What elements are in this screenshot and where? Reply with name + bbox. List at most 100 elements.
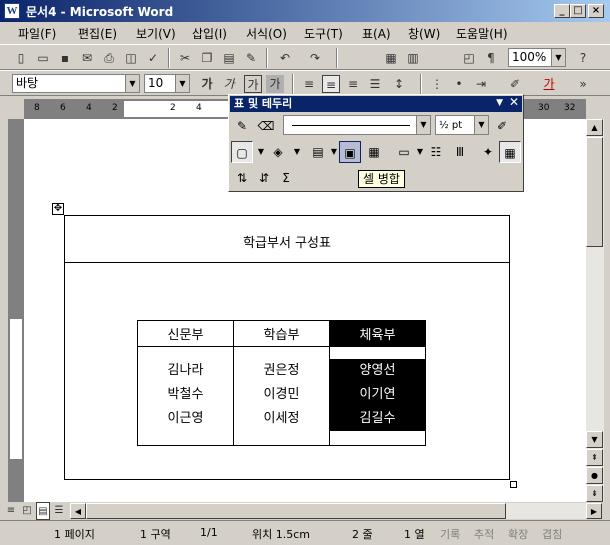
- align-justify-icon[interactable]: ≡: [322, 75, 340, 93]
- distribute-columns-icon[interactable]: Ⅲ: [449, 141, 471, 163]
- table-header-cell[interactable]: 신문부: [137, 320, 234, 347]
- sort-ascending-icon[interactable]: ⇅: [231, 167, 253, 189]
- line-spacing-icon[interactable]: ↕: [390, 75, 408, 93]
- horizontal-scrollbar[interactable]: ≡ ◰ ▤ ☰ ◀ ▶: [0, 502, 604, 520]
- show-gridlines-icon[interactable]: ▦: [499, 141, 521, 163]
- chevron-down-icon[interactable]: ▼: [291, 141, 303, 163]
- close-button[interactable]: ×: [588, 4, 604, 18]
- highlight-icon[interactable]: ✐: [506, 75, 524, 93]
- word-app-icon[interactable]: W: [4, 3, 20, 19]
- hscroll-thumb[interactable]: [86, 503, 506, 519]
- indent-icon[interactable]: ⇥: [472, 75, 490, 93]
- undo-icon[interactable]: ↶: [276, 49, 294, 67]
- italic-button[interactable]: 가: [220, 75, 238, 93]
- zoom-combo[interactable]: 100% ▼: [508, 48, 566, 67]
- outside-border-icon[interactable]: ▢: [231, 141, 253, 163]
- menu-view[interactable]: 보기(V): [136, 25, 176, 42]
- paste-icon[interactable]: ▤: [220, 49, 238, 67]
- status-record[interactable]: 기록: [440, 526, 460, 542]
- scroll-right-icon[interactable]: ▶: [586, 503, 602, 519]
- insert-table-icon[interactable]: ▥: [404, 49, 422, 67]
- chevron-down-icon[interactable]: ▼: [415, 141, 425, 163]
- menu-insert[interactable]: 삽입(I): [192, 25, 227, 42]
- align-left-icon[interactable]: ≡: [300, 75, 318, 93]
- title-bar[interactable]: W 문서4 - Microsoft Word _ □ ×: [0, 0, 610, 22]
- table-cell[interactable]: 권은정 이경민 이세정: [233, 346, 330, 446]
- help-icon[interactable]: ?: [574, 49, 592, 67]
- menu-window[interactable]: 창(W): [408, 25, 440, 42]
- chevron-down-icon[interactable]: ▼: [255, 141, 267, 163]
- scroll-thumb[interactable]: [586, 137, 603, 247]
- save-icon[interactable]: ▪: [56, 49, 74, 67]
- char-border-button[interactable]: 가: [244, 75, 262, 93]
- open-folder-icon[interactable]: ▭: [34, 49, 52, 67]
- scroll-left-icon[interactable]: ◀: [70, 503, 86, 519]
- new-document-icon[interactable]: ▯: [12, 49, 30, 67]
- merge-cells-icon[interactable]: ▣: [339, 141, 361, 163]
- line-style-combo[interactable]: ▼: [283, 115, 431, 135]
- line-weight-combo[interactable]: ½ pt ▼: [435, 115, 489, 135]
- bullets-icon[interactable]: •: [450, 75, 468, 93]
- print-layout-view-icon[interactable]: ▤: [36, 502, 50, 520]
- chevron-down-icon[interactable]: ▼: [496, 95, 503, 111]
- outer-table-title[interactable]: 학급부서 구성표: [65, 232, 509, 251]
- font-color-button[interactable]: 가: [540, 75, 558, 93]
- web-view-icon[interactable]: ◰: [20, 502, 34, 520]
- menu-help[interactable]: 도움말(H): [456, 25, 508, 42]
- hscroll-track[interactable]: [86, 503, 586, 519]
- shading-color-icon[interactable]: ◈: [267, 141, 289, 163]
- eraser-icon[interactable]: ⌫: [255, 115, 277, 137]
- previous-page-icon[interactable]: ⇞: [586, 449, 603, 466]
- format-painter-icon[interactable]: ✎: [242, 49, 260, 67]
- copy-icon[interactable]: ❐: [198, 49, 216, 67]
- redo-icon[interactable]: ↷: [306, 49, 324, 67]
- vertical-ruler[interactable]: [8, 119, 24, 502]
- scroll-up-icon[interactable]: ▲: [586, 119, 603, 136]
- print-icon[interactable]: ⎙: [100, 49, 118, 67]
- menu-file[interactable]: 파일(F): [18, 25, 56, 42]
- table-resize-handle[interactable]: [510, 481, 517, 488]
- align-cell-icon[interactable]: ▭: [393, 141, 415, 163]
- minimize-button[interactable]: _: [554, 4, 570, 18]
- table-move-handle-icon[interactable]: ✥: [52, 203, 64, 215]
- cut-icon[interactable]: ✂: [176, 49, 194, 67]
- browse-object-icon[interactable]: ●: [586, 467, 603, 484]
- distribute-icon[interactable]: ☰: [366, 75, 384, 93]
- bold-button[interactable]: 가: [198, 75, 216, 93]
- font-size-combo[interactable]: 10 ▼: [144, 74, 190, 93]
- border-color-icon[interactable]: ✐: [491, 115, 513, 137]
- autosum-icon[interactable]: Σ: [275, 167, 297, 189]
- normal-view-icon[interactable]: ≡: [4, 502, 18, 520]
- split-cells-icon[interactable]: ▦: [363, 141, 385, 163]
- maximize-button[interactable]: □: [570, 4, 586, 18]
- chevron-down-icon[interactable]: ▼: [416, 116, 430, 134]
- vertical-scrollbar[interactable]: ▲ ▼ ⇞ ● ⇟: [586, 119, 604, 502]
- align-right-icon[interactable]: ≡: [344, 75, 362, 93]
- outline-view-icon[interactable]: ☰: [52, 502, 66, 520]
- chevron-down-icon[interactable]: ▼: [125, 75, 139, 92]
- font-combo[interactable]: 바탕 ▼: [12, 74, 140, 93]
- show-hide-icon[interactable]: ¶: [482, 49, 500, 67]
- scroll-down-icon[interactable]: ▼: [586, 431, 603, 448]
- table-header-cell[interactable]: 학습부: [233, 320, 330, 347]
- chevron-down-icon[interactable]: ▼: [474, 116, 488, 134]
- menu-edit[interactable]: 편집(E): [78, 25, 117, 42]
- status-track-changes[interactable]: 추적: [474, 526, 494, 542]
- table-cell-selected[interactable]: 양영선 이기연 김길수: [329, 346, 426, 446]
- table-cell[interactable]: 김나라 박철수 이근영: [137, 346, 234, 446]
- toolbar-options-icon[interactable]: »: [574, 75, 592, 93]
- menu-tools[interactable]: 도구(T): [304, 25, 343, 42]
- spelling-icon[interactable]: ✓: [144, 49, 162, 67]
- tables-borders-title[interactable]: 표 및 테두리: [230, 96, 522, 112]
- inner-table[interactable]: 신문부 학습부 체육부 김나라 박철수 이근영 권은정 이경민 이세정 양영선 …: [137, 320, 426, 446]
- next-page-icon[interactable]: ⇟: [586, 485, 603, 502]
- chevron-down-icon[interactable]: ▼: [329, 141, 339, 163]
- numbering-icon[interactable]: ⋮: [428, 75, 446, 93]
- chevron-down-icon[interactable]: ▼: [175, 75, 189, 92]
- email-icon[interactable]: ✉: [78, 49, 96, 67]
- tables-borders-icon[interactable]: ▦: [382, 49, 400, 67]
- status-extend[interactable]: 확장: [508, 526, 528, 542]
- table-autoformat-icon[interactable]: ✦: [477, 141, 499, 163]
- char-shading-button[interactable]: 가: [266, 75, 284, 93]
- document-map-icon[interactable]: ◰: [460, 49, 478, 67]
